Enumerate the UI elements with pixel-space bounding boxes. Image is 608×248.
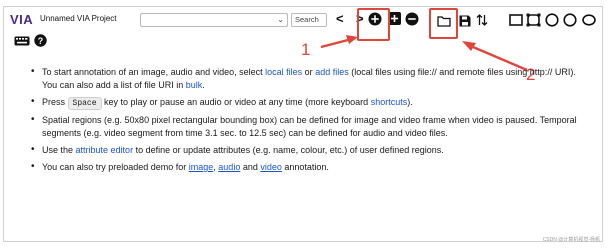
add-files-link[interactable]: add files (315, 67, 349, 77)
shortcuts-link[interactable]: shortcuts (371, 97, 408, 107)
bulk-link[interactable]: bulk (186, 80, 203, 90)
list-item: Use the attribute editor to define or up… (28, 144, 588, 157)
video-demo-link[interactable]: video (260, 162, 282, 172)
list-item: Spatial regions (e.g. 50x80 pixel rectan… (28, 114, 588, 139)
list-item: To start annotation of an image, audio a… (28, 66, 588, 91)
list-item: Press Space key to play or pause an audi… (28, 96, 588, 110)
watermark: CSDN @计算机视觉-杨帆 (542, 237, 600, 243)
annotation-label-1: 1 (301, 40, 311, 59)
welcome-instructions: To start annotation of an image, audio a… (28, 66, 588, 178)
image-demo-link[interactable]: image (189, 162, 214, 172)
list-item: You can also try preloaded demo for imag… (28, 161, 588, 174)
local-files-link[interactable]: local files (265, 67, 302, 77)
attribute-editor-link[interactable]: attribute editor (76, 145, 134, 155)
space-key: Space (67, 96, 102, 110)
audio-demo-link[interactable]: audio (218, 162, 240, 172)
